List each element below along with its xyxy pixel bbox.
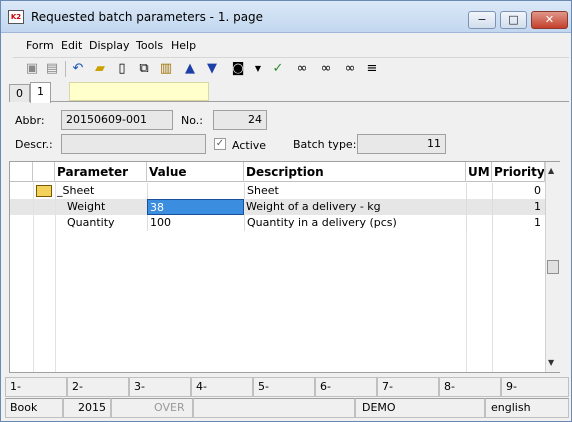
menu-form[interactable]: Form <box>26 39 54 52</box>
open-folder-icon[interactable]: ▰ <box>91 60 109 78</box>
descr-field[interactable] <box>61 134 206 154</box>
fkey-7[interactable]: 7- <box>377 377 439 397</box>
table-row[interactable]: Quantity 100 Quantity in a delivery (pcs… <box>10 215 545 231</box>
grid-divider <box>492 231 493 372</box>
tab-1[interactable]: 1 <box>30 82 51 103</box>
binoculars-icon[interactable]: ∞ <box>293 60 311 78</box>
status-mode: OVER <box>111 398 193 418</box>
batch-type-field[interactable]: 11 <box>357 134 446 154</box>
grid-header-indicator <box>10 162 33 182</box>
status-language: english <box>485 398 569 418</box>
menu-icon[interactable]: ≡ <box>363 60 381 78</box>
arrow-down-icon[interactable]: ▼ <box>203 60 221 78</box>
find-icon[interactable]: ✓ <box>269 60 287 78</box>
fkey-3[interactable]: 3- <box>129 377 191 397</box>
fkey-2[interactable]: 2- <box>67 377 129 397</box>
page-tabs: 0 1 <box>9 82 569 103</box>
menu-help[interactable]: Help <box>171 39 196 52</box>
fkey-9[interactable]: 9- <box>501 377 569 397</box>
grid-divider <box>55 182 56 372</box>
cell-value[interactable]: 100 <box>147 215 244 231</box>
batch-type-label: Batch type: <box>293 138 357 151</box>
toolbar: ▣ ▤ ↶ ▰ ▯ ⧉ ▥ ▲ ▼ ◙ ▼ ✓ ∞ ∞ ∞ ≡ <box>13 57 569 79</box>
grid-divider <box>33 182 34 372</box>
col-priority[interactable]: Priority <box>492 162 545 182</box>
col-description[interactable]: Description <box>244 162 466 182</box>
status-bar: Book 2015 OVER DEMO english <box>5 398 569 418</box>
undo-icon[interactable]: ↶ <box>69 60 87 78</box>
cell-value[interactable] <box>147 183 244 199</box>
col-parameter[interactable]: Parameter <box>55 162 147 182</box>
cell-description[interactable]: Weight of a delivery - kg <box>244 199 466 215</box>
scroll-up-icon[interactable]: ▲ <box>548 166 554 175</box>
tab-0[interactable]: 0 <box>9 84 30 102</box>
folder-icon <box>36 185 52 197</box>
window-title: Requested batch parameters - 1. page <box>31 10 264 24</box>
arrow-up-icon[interactable]: ▲ <box>181 60 199 78</box>
maximize-button[interactable]: □ <box>500 11 527 29</box>
minimize-button[interactable]: − <box>468 11 496 29</box>
cell-value-editor[interactable]: 38 <box>147 199 244 215</box>
status-empty <box>193 398 355 418</box>
menu-bar: Form Edit Display Tools Help <box>13 36 569 54</box>
scroll-thumb[interactable] <box>547 260 559 274</box>
fkey-6[interactable]: 6- <box>315 377 377 397</box>
cell-priority[interactable]: 0 <box>492 183 543 199</box>
fkey-1[interactable]: 1- <box>5 377 67 397</box>
cell-um[interactable] <box>466 183 492 199</box>
col-value[interactable]: Value <box>147 162 244 182</box>
binoculars-prev-icon[interactable]: ∞ <box>341 60 359 78</box>
active-label: Active <box>232 139 267 152</box>
grid-header-icon <box>33 162 55 182</box>
save-as-icon[interactable]: ▤ <box>43 60 61 78</box>
no-label: No.: <box>181 114 203 127</box>
title-bar[interactable]: K2 Requested batch parameters - 1. page … <box>1 1 571 33</box>
status-module: Book <box>5 398 63 418</box>
no-field[interactable]: 24 <box>213 110 267 130</box>
binoculars-next-icon[interactable]: ∞ <box>317 60 335 78</box>
save-icon[interactable]: ▣ <box>23 60 41 78</box>
cell-priority[interactable]: 1 <box>492 215 543 231</box>
function-key-bar: 1- 2- 3- 4- 5- 6- 7- 8- 9- <box>5 377 569 397</box>
grid-vertical-scrollbar[interactable]: ▲ ▼ <box>545 162 560 372</box>
tab-filter-area <box>69 82 209 101</box>
status-database: DEMO <box>355 398 485 418</box>
cell-parameter[interactable]: Quantity <box>55 215 147 231</box>
fkey-4[interactable]: 4- <box>191 377 253 397</box>
abbr-field[interactable]: 20150609-001 <box>61 110 173 130</box>
cell-description[interactable]: Quantity in a delivery (pcs) <box>244 215 466 231</box>
dropdown-arrow-icon[interactable]: ▼ <box>249 60 267 78</box>
book-icon[interactable]: ▥ <box>157 60 175 78</box>
table-row[interactable]: Weight 38 Weight of a delivery - kg 1 <box>10 199 545 215</box>
status-year: 2015 <box>63 398 111 418</box>
new-document-icon[interactable]: ▯ <box>113 60 131 78</box>
fkey-5[interactable]: 5- <box>253 377 315 397</box>
active-checkbox[interactable]: ✓ <box>214 138 226 150</box>
cell-parameter[interactable]: Weight <box>55 199 147 215</box>
close-button[interactable]: ✕ <box>531 11 568 29</box>
abbr-label: Abbr: <box>15 114 45 127</box>
fkey-8[interactable]: 8- <box>439 377 501 397</box>
cell-um[interactable] <box>466 215 492 231</box>
batch-parameters-window: K2 Requested batch parameters - 1. page … <box>0 0 572 422</box>
parameters-grid[interactable]: Parameter Value Description UM Priority … <box>9 161 560 373</box>
col-um[interactable]: UM <box>466 162 492 182</box>
descr-label: Descr.: <box>15 138 53 151</box>
cell-parameter[interactable]: _Sheet <box>55 183 147 199</box>
cell-um[interactable] <box>466 199 492 215</box>
camera-icon[interactable]: ◙ <box>229 60 247 78</box>
copy-icon[interactable]: ⧉ <box>135 60 153 78</box>
app-icon: K2 <box>8 10 24 24</box>
scroll-down-icon[interactable]: ▼ <box>548 358 554 367</box>
menu-tools[interactable]: Tools <box>136 39 163 52</box>
table-row[interactable]: _Sheet Sheet 0 <box>10 183 545 199</box>
grid-header: Parameter Value Description UM Priority <box>10 162 545 182</box>
grid-divider <box>466 231 467 372</box>
menu-edit[interactable]: Edit <box>61 39 82 52</box>
toolbar-separator <box>65 61 66 77</box>
cell-priority[interactable]: 1 <box>492 199 543 215</box>
cell-description[interactable]: Sheet <box>244 183 466 199</box>
menu-display[interactable]: Display <box>89 39 130 52</box>
